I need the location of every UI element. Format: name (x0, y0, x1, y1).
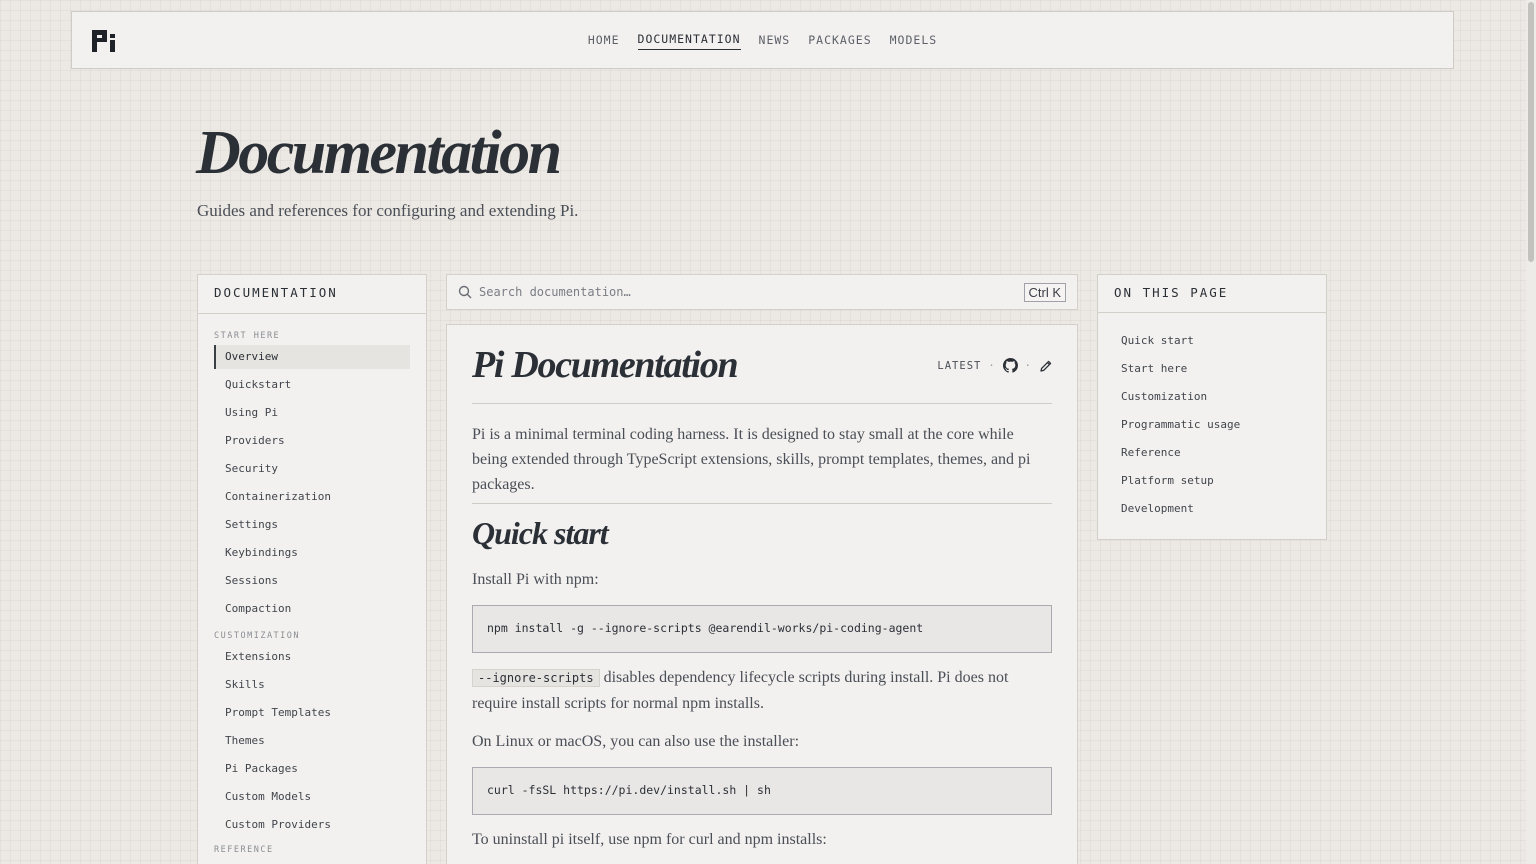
sidebar-item-keybindings[interactable]: Keybindings (214, 541, 410, 565)
install-code-block[interactable]: npm install -g --ignore-scripts @earendi… (472, 605, 1052, 653)
main-nav: HOME DOCUMENTATION NEWS PACKAGES MODELS (72, 12, 1453, 68)
top-navbar: HOME DOCUMENTATION NEWS PACKAGES MODELS (71, 11, 1454, 69)
meta-separator: · (988, 359, 996, 372)
article-card: Pi Documentation LATEST · · Pi is a mini… (446, 324, 1078, 864)
toc-item-platform-setup[interactable]: Platform setup (1098, 467, 1326, 495)
scrollbar-thumb[interactable] (1528, 2, 1534, 262)
toc-item-reference[interactable]: Reference (1098, 439, 1326, 467)
toc-item-customization[interactable]: Customization (1098, 383, 1326, 411)
quickstart-heading: Quick start (472, 515, 609, 551)
curl-code-block[interactable]: curl -fsSL https://pi.dev/install.sh | s… (472, 767, 1052, 815)
linux-installer-text: On Linux or macOS, you can also use the … (472, 733, 800, 750)
docs-sidebar: DOCUMENTATION START HERE Overview Quicks… (197, 274, 427, 864)
page-title: Documentation (196, 119, 562, 187)
toc-item-development[interactable]: Development (1098, 495, 1326, 523)
sidebar-item-prompt-templates[interactable]: Prompt Templates (214, 701, 410, 725)
search-bar[interactable]: Ctrl K (446, 274, 1078, 310)
sidebar-item-skills[interactable]: Skills (214, 673, 410, 697)
article-title: Pi Documentation (472, 344, 739, 386)
sidebar-item-themes[interactable]: Themes (214, 729, 410, 753)
sidebar-item-overview[interactable]: Overview (214, 345, 410, 369)
nav-documentation[interactable]: DOCUMENTATION (637, 30, 741, 50)
toc-title: ON THIS PAGE (1098, 275, 1326, 313)
inline-code-ignore-scripts: --ignore-scripts (472, 669, 600, 687)
on-this-page-toc: ON THIS PAGE Quick start Start here Cust… (1097, 274, 1327, 540)
toc-item-start-here[interactable]: Start here (1098, 355, 1326, 383)
sidebar-item-pi-packages[interactable]: Pi Packages (214, 757, 410, 781)
install-command: npm install -g --ignore-scripts @earendi… (487, 621, 924, 635)
nav-packages[interactable]: PACKAGES (808, 31, 871, 50)
sidebar-item-compaction[interactable]: Compaction (214, 597, 410, 621)
sidebar-item-quickstart[interactable]: Quickstart (214, 373, 410, 397)
meta-separator: · (1024, 359, 1032, 372)
install-text: Install Pi with npm: (472, 571, 599, 588)
ignore-scripts-paragraph: --ignore-scripts disables dependency lif… (472, 665, 1052, 716)
sidebar-title: DOCUMENTATION (198, 275, 426, 314)
nav-home[interactable]: HOME (588, 31, 620, 50)
sidebar-item-extensions[interactable]: Extensions (214, 645, 410, 669)
intro-paragraph: Pi is a minimal terminal coding harness.… (472, 426, 1031, 493)
toc-item-programmatic-usage[interactable]: Programmatic usage (1098, 411, 1326, 439)
sidebar-item-providers[interactable]: Providers (214, 429, 410, 453)
github-icon[interactable] (1002, 358, 1018, 373)
edit-pencil-icon[interactable] (1039, 359, 1053, 373)
search-shortcut-badge: Ctrl K (1023, 283, 1066, 302)
nav-news[interactable]: NEWS (759, 31, 791, 50)
section-label-start-here: START HERE (214, 331, 281, 341)
page-scrollbar[interactable] (1526, 0, 1536, 864)
nav-models[interactable]: MODELS (890, 31, 938, 50)
sidebar-item-containerization[interactable]: Containerization (214, 485, 410, 509)
curl-command: curl -fsSL https://pi.dev/install.sh | s… (487, 783, 771, 797)
version-label: LATEST (937, 359, 982, 372)
toc-item-quick-start[interactable]: Quick start (1098, 327, 1326, 355)
sidebar-item-using-pi[interactable]: Using Pi (214, 401, 410, 425)
sidebar-item-security[interactable]: Security (214, 457, 410, 481)
section-label-customization: CUSTOMIZATION (214, 631, 301, 641)
sidebar-item-custom-providers[interactable]: Custom Providers (214, 813, 410, 837)
article-meta: LATEST · · (937, 358, 1053, 373)
sidebar-item-custom-models[interactable]: Custom Models (214, 785, 410, 809)
page-subtitle: Guides and references for configuring an… (197, 201, 579, 220)
sidebar-item-sessions[interactable]: Sessions (214, 569, 410, 593)
sidebar-item-settings[interactable]: Settings (214, 513, 410, 537)
search-input[interactable] (479, 283, 999, 301)
divider (472, 503, 1052, 504)
search-icon (458, 285, 472, 299)
divider (472, 403, 1052, 404)
uninstall-text: To uninstall pi itself, use npm for curl… (472, 831, 827, 848)
section-label-reference: REFERENCE (214, 845, 274, 855)
